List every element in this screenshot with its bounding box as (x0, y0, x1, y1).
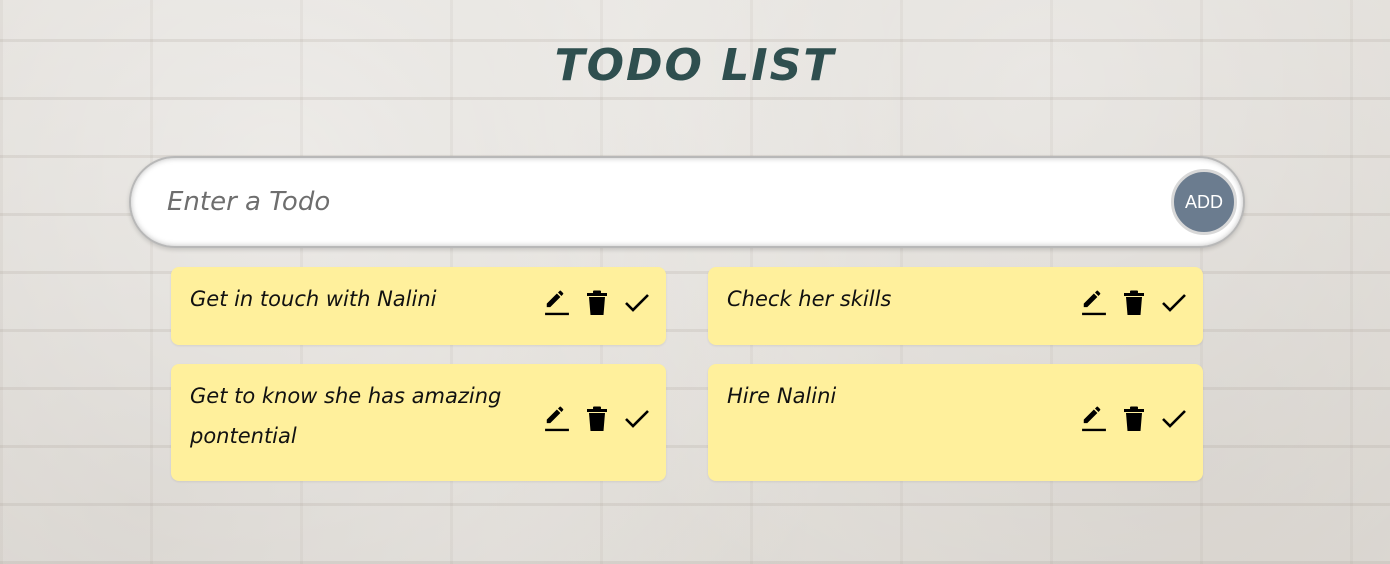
todo-card: Check her skills (708, 267, 1203, 345)
todo-actions (542, 404, 652, 434)
check-icon[interactable] (622, 404, 652, 434)
todo-actions (1079, 288, 1189, 318)
todo-text: Get to know she has amazing pontential (190, 384, 502, 448)
check-icon[interactable] (1159, 288, 1189, 318)
trash-icon[interactable] (582, 404, 612, 434)
pencil-icon[interactable] (1079, 404, 1109, 434)
todo-text: Check her skills (727, 287, 892, 311)
todo-actions (542, 288, 652, 318)
trash-icon[interactable] (582, 288, 612, 318)
check-icon[interactable] (1159, 404, 1189, 434)
todo-card: Hire Nalini (708, 364, 1203, 481)
trash-icon[interactable] (1119, 288, 1149, 318)
page-title: TODO LIST (554, 40, 836, 91)
todo-card: Get in touch with Nalini (171, 267, 666, 345)
pencil-icon[interactable] (1079, 288, 1109, 318)
add-button[interactable]: ADD (1171, 169, 1237, 235)
pencil-icon[interactable] (542, 288, 572, 318)
todo-actions (1079, 404, 1189, 434)
todo-input[interactable] (167, 180, 1147, 224)
check-icon[interactable] (622, 288, 652, 318)
trash-icon[interactable] (1119, 404, 1149, 434)
todo-card: Get to know she has amazing pontential (171, 364, 666, 481)
todo-input-bar: ADD (129, 156, 1245, 248)
todo-text: Hire Nalini (727, 384, 837, 408)
todo-text: Get in touch with Nalini (190, 287, 437, 311)
pencil-icon[interactable] (542, 404, 572, 434)
